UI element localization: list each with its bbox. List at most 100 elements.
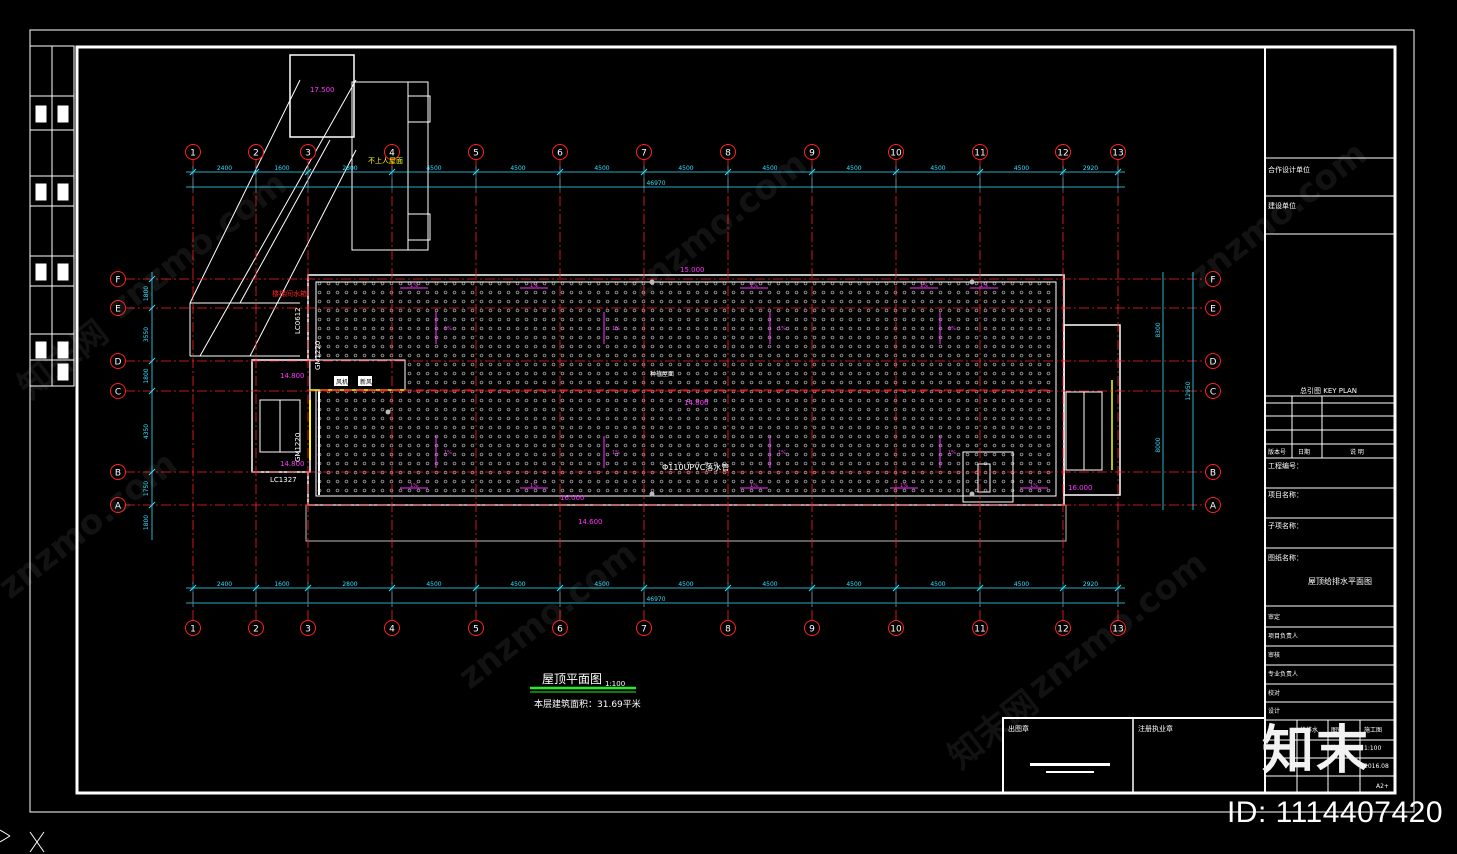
grid-label-col: 10 [890, 625, 902, 635]
grid-label-col: 6 [557, 149, 563, 159]
grid-label-row: C [115, 388, 121, 398]
watermark-cn-1: 知末网 [11, 313, 116, 407]
pipe-label: Φ110UPVC落水管 [662, 462, 729, 472]
elev-roof-3: 14.800 [280, 372, 305, 380]
elev-roof-7: 16.000 [1068, 484, 1093, 492]
plan-title: 屋顶平面图 [542, 672, 602, 686]
project-no-label: 工程编号： [1268, 461, 1303, 470]
title-block: 合作设计单位 建设单位 总引图 KEY PLAN 版本号 日期 说 明 工程编号… [1265, 157, 1395, 793]
stamp-boxes: 出图章 注册执业章 [1002, 717, 1266, 794]
drawing-name: 屋顶给排水平面图 [1308, 576, 1372, 586]
meta-7: A2+ [1376, 783, 1389, 790]
brand-logo: 知末 [1262, 722, 1371, 780]
elev-roof-2: 14.800 [684, 399, 709, 407]
slope-text: 1% [980, 283, 988, 289]
slope-text: 1% [444, 326, 452, 332]
grid-label-col: 8 [725, 625, 731, 635]
sign-row-2: 项目负责人 [1268, 632, 1298, 640]
dim-text: 2920 [1083, 581, 1098, 588]
canopy-below [305, 504, 1067, 542]
window-label-2: LC1327 [270, 476, 297, 484]
grid-label-col: 10 [890, 149, 902, 159]
grid-label-col: 9 [809, 625, 815, 635]
no-roof-access-label: 不上人屋面 [368, 156, 403, 165]
grid-label-col: 12 [1057, 625, 1068, 635]
rev-header-1: 版本号 [1268, 448, 1286, 456]
door-label-1: GM1220 [314, 341, 322, 370]
rev-header-3: 说 明 [1350, 448, 1364, 456]
dim-text: 4500 [594, 165, 609, 172]
dim-text: 2800 [342, 581, 357, 588]
slope-text: 1% [410, 483, 418, 489]
window-label-1: LC0612 [294, 307, 302, 334]
stamp-label-2: 注册执业章 [1138, 724, 1173, 733]
dim-text: 4500 [510, 165, 525, 172]
watermark-4: znzmo.com [1021, 544, 1215, 708]
room-label-1: 风机 [336, 378, 348, 386]
dim-text: 1600 [274, 165, 289, 172]
dim-text: 4500 [762, 581, 777, 588]
sign-row-3: 审核 [1268, 651, 1280, 659]
slope-text: 1% [444, 450, 452, 456]
grid-label-col: 7 [641, 149, 647, 159]
dim-text: 3550 [143, 327, 150, 342]
dim-text: 8000 [1155, 437, 1162, 452]
slope-text: 1% [612, 326, 620, 332]
slope-text: 1% [948, 450, 956, 456]
grid-label-row: A [1210, 502, 1217, 512]
ucs-icon [0, 829, 45, 853]
drawing-name-label: 图纸名称： [1268, 553, 1303, 562]
cad-canvas: 1122334455667788991010111112121313F FE ED D… [0, 29, 1415, 853]
dim-text: 2800 [342, 165, 357, 172]
dim-text: 4500 [930, 165, 945, 172]
grid-label-col: 9 [809, 149, 815, 159]
sub-name-label: 子项名称： [1268, 521, 1303, 530]
dim-text: 2920 [1083, 165, 1098, 172]
grid-label-row: E [1210, 305, 1216, 315]
watermark-cn-2: 知末网 [941, 683, 1046, 777]
dim-text: 4350 [143, 424, 150, 439]
dim-text: 4500 [426, 581, 441, 588]
grid-label-row: C [1210, 388, 1216, 398]
watermark-6: znzmo.com [0, 444, 185, 608]
dim-total-text: 46970 [646, 180, 665, 187]
sign-row-4: 专业负责人 [1268, 670, 1298, 678]
rev-header-2: 日期 [1298, 448, 1310, 456]
plan-title-block: 屋顶平面图 1:100 本层建筑面积：31.69平米 [530, 672, 641, 710]
elev-roof-6: 14.600 [578, 518, 603, 526]
grid-label-col: 1 [190, 625, 196, 635]
slope-text: 1% [750, 283, 758, 289]
key-plan-label: 总引图 KEY PLAN [1300, 386, 1357, 395]
slope-text: 1% [410, 283, 418, 289]
grid-label-col: 5 [473, 149, 479, 159]
top-annex-frame [289, 54, 355, 138]
slope-text: 1% [778, 450, 786, 456]
slope-text: 1% [948, 326, 956, 332]
slope-text: 1% [530, 483, 538, 489]
dim-text: 1800 [143, 368, 150, 383]
grid-label-col: 5 [473, 625, 479, 635]
dim-text: 4500 [1014, 165, 1029, 172]
grid-label-col: 3 [305, 625, 311, 635]
machine-room [309, 359, 406, 391]
elev-roof-5: 16.000 [560, 494, 585, 502]
grid-label-row: B [1210, 469, 1216, 479]
dim-text: 4500 [846, 165, 861, 172]
slope-text: 1% [530, 283, 538, 289]
slope-text: 1% [750, 483, 758, 489]
grid-label-col: 8 [725, 149, 731, 159]
slope-text: 1% [920, 283, 928, 289]
sign-row-5: 校对 [1268, 689, 1280, 697]
id-label: ID: 1114407420 [1226, 796, 1443, 829]
grid-label-row: D [1210, 358, 1217, 368]
dim-text: 8300 [1155, 322, 1162, 337]
grid-label-col: 12 [1057, 149, 1068, 159]
dim-text: 4500 [846, 581, 861, 588]
slope-text: 1% [1030, 483, 1038, 489]
dim-total-text: 46970 [646, 596, 665, 603]
dim-text: 4500 [510, 581, 525, 588]
room-label-3: 楼梯间水箱 [272, 289, 307, 298]
grid-label-col: 1 [190, 149, 196, 159]
dim-text: 1800 [143, 515, 150, 530]
grid-label-col: 13 [1112, 149, 1123, 159]
